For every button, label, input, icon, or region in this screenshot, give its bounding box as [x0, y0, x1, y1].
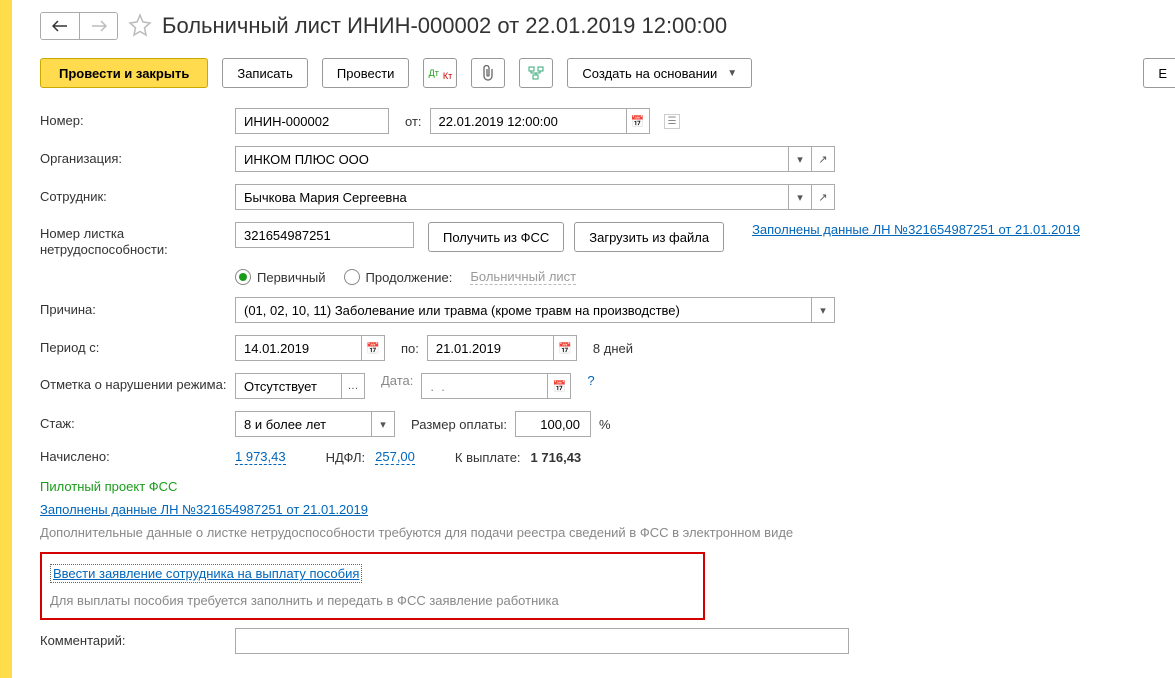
post-button[interactable]: Провести	[322, 58, 410, 88]
forward-button[interactable]	[79, 13, 117, 39]
report-icon[interactable]: ☰	[664, 114, 681, 129]
paperclip-icon	[481, 65, 495, 81]
star-icon[interactable]	[128, 13, 152, 40]
calendar-icon[interactable]: 📅	[554, 335, 577, 361]
period-from-input[interactable]	[235, 335, 362, 361]
enter-application-link[interactable]: Ввести заявление сотрудника на выплату п…	[50, 564, 362, 583]
highlight-box: Ввести заявление сотрудника на выплату п…	[40, 552, 705, 620]
dropdown-icon[interactable]: ▾	[812, 297, 835, 323]
chevron-down-icon: ▼	[727, 68, 737, 79]
tax-label: НДФЛ:	[326, 450, 366, 465]
open-icon[interactable]: ↗	[812, 146, 835, 172]
post-and-close-button[interactable]: Провести и закрыть	[40, 58, 208, 88]
primary-radio[interactable]: Первичный	[235, 269, 326, 285]
back-button[interactable]	[41, 13, 79, 39]
reason-input[interactable]	[235, 297, 812, 323]
violation-date-label: Дата:	[381, 373, 413, 388]
sheet-label: Номер листка нетрудоспособности:	[40, 222, 235, 257]
date-input[interactable]	[430, 108, 627, 134]
reason-label: Причина:	[40, 302, 235, 318]
comment-input[interactable]	[235, 628, 849, 654]
number-label: Номер:	[40, 113, 235, 129]
get-fss-button[interactable]: Получить из ФСС	[428, 222, 564, 252]
structure-button[interactable]	[519, 58, 553, 88]
org-label: Организация:	[40, 151, 235, 167]
violation-label: Отметка о нарушении режима:	[40, 373, 235, 393]
days-text: 8 дней	[593, 341, 633, 356]
calendar-icon[interactable]: 📅	[627, 108, 650, 134]
violation-input[interactable]	[235, 373, 342, 399]
seniority-input[interactable]	[235, 411, 372, 437]
arrow-left-icon	[52, 20, 68, 32]
payout-value: 1 716,43	[531, 450, 582, 465]
period-to-label: по:	[401, 341, 419, 356]
attach-button[interactable]	[471, 58, 505, 88]
more-button[interactable]: Е	[1143, 58, 1175, 88]
filled-data-link[interactable]: Заполнены данные ЛН №321654987251 от 21.…	[752, 222, 1080, 237]
percent-label: %	[599, 417, 611, 432]
calendar-icon[interactable]: 📅	[548, 373, 571, 399]
org-input[interactable]	[235, 146, 789, 172]
violation-date-input[interactable]	[421, 373, 548, 399]
pay-size-label: Размер оплаты:	[411, 417, 507, 432]
pilot-title: Пилотный проект ФСС	[40, 479, 1175, 494]
box-note: Для выплаты пособия требуется заполнить …	[50, 593, 695, 608]
accrued-label: Начислено:	[40, 449, 235, 465]
nav-buttons	[40, 12, 118, 40]
note-text: Дополнительные данные о листке нетрудосп…	[40, 525, 1175, 540]
comment-label: Комментарий:	[40, 633, 235, 649]
toolbar: Провести и закрыть Записать Провести ДтК…	[40, 58, 1175, 88]
period-label: Период с:	[40, 340, 235, 356]
dropdown-icon[interactable]: ▾	[789, 146, 812, 172]
employee-input[interactable]	[235, 184, 789, 210]
seniority-label: Стаж:	[40, 416, 235, 432]
dropdown-icon[interactable]: ▾	[789, 184, 812, 210]
more-icon[interactable]: …	[342, 373, 365, 399]
payout-label: К выплате:	[455, 450, 521, 465]
sheet-input[interactable]	[235, 222, 414, 248]
filled-data-link-2[interactable]: Заполнены данные ЛН №321654987251 от 21.…	[40, 502, 368, 517]
help-link[interactable]: ?	[587, 373, 594, 388]
continuation-radio[interactable]: Продолжение:	[344, 269, 453, 285]
structure-icon	[528, 66, 544, 80]
employee-label: Сотрудник:	[40, 189, 235, 205]
dtkt-button[interactable]: ДтКт	[423, 58, 457, 88]
accrued-link[interactable]: 1 973,43	[235, 449, 286, 465]
arrow-right-icon	[91, 20, 107, 32]
open-icon[interactable]: ↗	[812, 184, 835, 210]
load-file-button[interactable]: Загрузить из файла	[574, 222, 724, 252]
period-to-input[interactable]	[427, 335, 554, 361]
page-title: Больничный лист ИНИН-000002 от 22.01.201…	[162, 13, 727, 39]
number-input[interactable]	[235, 108, 389, 134]
tax-link[interactable]: 257,00	[375, 449, 415, 465]
pay-size-input[interactable]	[515, 411, 591, 437]
save-button[interactable]: Записать	[222, 58, 308, 88]
calendar-icon[interactable]: 📅	[362, 335, 385, 361]
continuation-link[interactable]: Больничный лист	[470, 269, 576, 285]
date-label: от:	[405, 114, 422, 129]
create-based-button[interactable]: Создать на основании▼	[567, 58, 752, 88]
dropdown-icon[interactable]: ▾	[372, 411, 395, 437]
